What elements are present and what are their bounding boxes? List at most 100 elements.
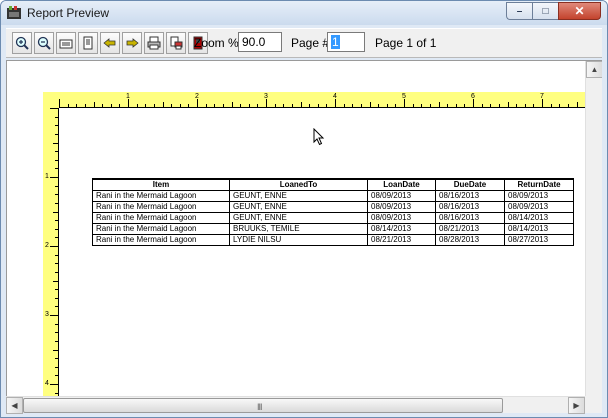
- table-cell: 08/09/2013: [504, 189, 574, 202]
- ruler-number: 7: [540, 93, 544, 100]
- ruler-tick: [386, 104, 388, 107]
- zoom-out-button[interactable]: [34, 32, 54, 54]
- table-cell: 08/09/2013: [367, 211, 436, 224]
- ruler-tick: [438, 102, 440, 107]
- ruler-tick: [283, 104, 285, 107]
- ruler-tick: [110, 104, 112, 107]
- ruler-tick: [567, 104, 569, 107]
- ruler-tick: [231, 102, 233, 107]
- previous-page-button[interactable]: [100, 32, 120, 54]
- whole-page-icon: [83, 36, 93, 50]
- scroll-grip: III: [257, 402, 262, 412]
- ruler-tick: [412, 104, 414, 107]
- zoom-in-button[interactable]: [12, 32, 32, 54]
- table-cell: GEUNT, ENNE: [229, 200, 368, 213]
- ruler-tick: [300, 102, 302, 107]
- table-cell: LYDIE NILSU: [229, 233, 368, 246]
- next-page-button[interactable]: [122, 32, 142, 54]
- ruler-tick: [550, 104, 552, 107]
- ruler-number: 1: [45, 173, 49, 180]
- close-button[interactable]: ✕: [558, 2, 601, 20]
- ruler-tick: [55, 202, 58, 204]
- ruler-tick: [84, 104, 86, 107]
- ruler-tick: [50, 108, 58, 109]
- ruler-tick: [55, 159, 58, 161]
- ruler-tick: [369, 102, 371, 107]
- ruler-tick: [309, 104, 311, 107]
- zoom-in-icon: [15, 36, 29, 50]
- table-cell: GEUNT, ENNE: [229, 189, 368, 202]
- table-cell: 08/14/2013: [504, 211, 574, 224]
- ruler-tick: [473, 99, 474, 107]
- scroll-right-button[interactable]: ▶: [568, 397, 585, 414]
- ruler-tick: [447, 104, 449, 107]
- page-number-input[interactable]: 1: [327, 32, 365, 52]
- ruler-tick: [55, 375, 58, 377]
- report-body: Rani in the Mermaid Lagoon GEUNT, ENNE 08/…: [92, 189, 574, 246]
- ruler-tick: [516, 104, 518, 107]
- ruler-tick: [404, 99, 405, 107]
- whole-page-button[interactable]: [78, 32, 98, 54]
- print-button[interactable]: [144, 32, 164, 54]
- ruler-tick: [326, 104, 328, 107]
- ruler-tick: [55, 125, 58, 127]
- ruler-tick: [274, 104, 276, 107]
- mouse-cursor-icon: [313, 128, 325, 146]
- vertical-scrollbar[interactable]: ▲: [585, 61, 602, 396]
- table-cell: 08/09/2013: [504, 200, 574, 213]
- ruler-tick: [576, 102, 578, 107]
- ruler-tick: [59, 99, 60, 107]
- ruler-tick: [171, 104, 173, 107]
- ruler-tick: [55, 263, 58, 265]
- table-cell: Rani in the Mermaid Lagoon: [92, 233, 230, 246]
- ruler-tick: [257, 104, 259, 107]
- maximize-button[interactable]: □: [532, 2, 558, 20]
- zoom-input[interactable]: 90.0: [238, 32, 282, 52]
- ruler-tick: [205, 104, 207, 107]
- ruler-tick: [55, 254, 58, 256]
- toolbar: Zoom % 90.0 Page # 1 Page 1 of 1: [6, 28, 602, 58]
- horizontal-scrollbar[interactable]: ◀ III ▶: [6, 396, 585, 414]
- ruler-tick: [524, 104, 526, 107]
- ruler-tick: [266, 99, 267, 107]
- report-table: Item LoanedTo LoanDate DueDate ReturnDate Ra…: [92, 178, 574, 246]
- table-cell: 08/21/2013: [435, 222, 505, 235]
- ruler-tick: [542, 99, 543, 107]
- ruler-tick: [360, 104, 362, 107]
- ruler-tick: [55, 133, 58, 135]
- horizontal-ruler: 1 2 3 4 5 6 7: [43, 92, 587, 108]
- table-row: Rani in the Mermaid Lagoon BRUUKS, TEMILE…: [92, 222, 574, 235]
- ruler-tick: [55, 194, 58, 196]
- report-page: Item LoanedTo LoanDate DueDate ReturnDate Ra…: [59, 108, 586, 396]
- page-width-button[interactable]: [56, 32, 76, 54]
- ruler-number: 2: [45, 242, 49, 249]
- preview-area[interactable]: 1 2 3 4 5 6 7 1 2 3 4 Item LoanedTo LoanDate DueDate…: [6, 60, 602, 396]
- ruler-tick: [50, 315, 58, 316]
- title-bar[interactable]: Report Preview – □ ✕: [1, 1, 607, 25]
- ruler-tick: [55, 237, 58, 239]
- ruler-tick: [317, 104, 319, 107]
- ruler-tick: [128, 99, 129, 107]
- ruler-tick: [481, 104, 483, 107]
- horizontal-scroll-thumb[interactable]: III: [23, 398, 503, 413]
- minimize-button[interactable]: –: [506, 2, 532, 20]
- table-cell: Rani in the Mermaid Lagoon: [92, 200, 230, 213]
- ruler-tick: [153, 104, 155, 107]
- table-cell: Rani in the Mermaid Lagoon: [92, 222, 230, 235]
- ruler-tick: [55, 358, 58, 360]
- ruler-tick: [67, 104, 69, 107]
- scroll-up-button[interactable]: ▲: [586, 61, 602, 78]
- scroll-left-button[interactable]: ◀: [6, 397, 23, 414]
- ruler-tick: [145, 104, 147, 107]
- ruler-tick: [291, 104, 293, 107]
- ruler-number: 4: [333, 93, 337, 100]
- print-setup-button[interactable]: [166, 32, 186, 54]
- ruler-tick: [421, 104, 423, 107]
- ruler-tick: [50, 177, 58, 178]
- ruler-tick: [55, 116, 58, 118]
- table-row: Rani in the Mermaid Lagoon GEUNT, ENNE 08/…: [92, 200, 574, 213]
- ruler-tick: [55, 228, 58, 230]
- ruler-tick: [55, 323, 58, 325]
- page-number-label: Page #: [291, 36, 330, 50]
- zoom-label: Zoom %: [194, 36, 239, 50]
